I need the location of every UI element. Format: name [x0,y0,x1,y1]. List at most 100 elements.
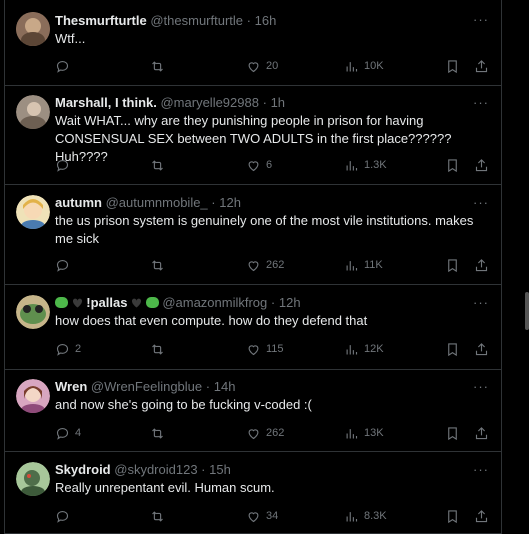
reply-button[interactable] [55,59,150,74]
retweet-button[interactable] [150,509,246,524]
more-options-icon[interactable]: ··· [473,379,489,394]
retweet-button[interactable] [150,59,246,74]
like-button[interactable]: 6 [246,158,344,173]
tweet[interactable]: !pallas @amazonmilkfrog · 12h ··· how do… [5,285,501,370]
views-button[interactable]: 8.3K [344,509,444,524]
bookmark-icon[interactable] [445,158,460,173]
avatar[interactable] [16,12,50,46]
view-count: 8.3K [364,510,387,522]
views-icon [346,260,358,270]
views-button[interactable]: 1.3K [344,158,444,173]
avatar[interactable] [16,295,50,329]
tweet-header: Skydroid @skydroid123 · 15h [55,452,501,478]
retweet-icon [152,259,163,271]
more-options-icon[interactable]: ··· [473,295,489,310]
tweet[interactable]: Skydroid @skydroid123 · 15h ··· Really u… [5,452,501,534]
view-count: 13K [364,427,384,439]
display-name[interactable]: Thesmurfturtle [55,13,147,28]
timestamp[interactable]: 16h [255,13,277,28]
action-bar: 262 11K [55,256,489,274]
tweet-header: Marshall, I think. @maryelle92988 · 1h [55,86,501,111]
more-options-icon[interactable]: ··· [473,462,489,477]
display-name[interactable]: Wren [55,379,87,394]
frog-emoji-icon [55,297,68,308]
like-button[interactable]: 34 [246,509,344,524]
retweet-button[interactable] [150,158,246,173]
retweet-icon [152,343,163,355]
share-icon[interactable] [474,509,489,524]
separator: · [246,13,251,28]
tweet[interactable]: Marshall, I think. @maryelle92988 · 1h ·… [5,86,501,185]
retweet-button[interactable] [150,342,246,357]
views-button[interactable]: 13K [344,426,444,441]
avatar[interactable] [16,462,50,496]
avatar[interactable] [16,195,50,229]
tweet[interactable]: autumn @autumnmobile_ · 12h ··· the us p… [5,185,501,285]
like-button[interactable]: 20 [246,59,344,74]
bookmark-icon[interactable] [445,426,460,441]
handle[interactable]: @thesmurfturtle [150,13,243,28]
display-name[interactable]: Marshall, I think. [55,95,157,110]
display-name[interactable]: !pallas [86,295,127,310]
share-icon[interactable] [474,258,489,273]
action-bar: 4 262 13K [55,424,489,442]
handle[interactable]: @autumnmobile_ [106,195,208,210]
timestamp[interactable]: 1h [271,95,285,110]
reply-button[interactable] [55,509,150,524]
heart-icon [248,344,259,355]
like-button[interactable]: 262 [246,258,344,273]
handle[interactable]: @skydroid123 [114,462,197,477]
retweet-button[interactable] [150,426,246,441]
views-button[interactable]: 11K [344,258,444,273]
reply-button[interactable] [55,258,150,273]
black-heart-emoji-icon [72,298,82,308]
like-count: 34 [266,510,279,522]
reply-count: 4 [75,427,82,439]
reply-icon [56,259,69,272]
bookmark-icon[interactable] [445,342,460,357]
bookmark-icon[interactable] [445,258,460,273]
action-bar: 34 8.3K [55,507,489,525]
handle[interactable]: @WrenFeelingblue [91,379,202,394]
action-bar: 20 10K [55,57,489,75]
share-icon[interactable] [474,59,489,74]
view-count: 11K [364,259,383,271]
tweet[interactable]: Thesmurfturtle @thesmurfturtle · 16h ···… [5,0,501,86]
tweet[interactable]: Wren @WrenFeelingblue · 14h ··· and now … [5,370,501,452]
timestamp[interactable]: 12h [279,295,301,310]
avatar[interactable] [16,95,50,129]
separator: · [205,379,211,394]
views-button[interactable]: 10K [344,59,444,74]
retweet-button[interactable] [150,258,246,273]
avatar[interactable] [16,379,50,413]
share-icon[interactable] [474,342,489,357]
like-count: 262 [266,427,285,439]
view-count: 10K [364,60,384,72]
heart-icon [248,160,259,171]
reply-button[interactable] [55,158,150,173]
views-button[interactable]: 12K [344,342,444,357]
bookmark-icon[interactable] [445,509,460,524]
like-button[interactable]: 115 [246,342,344,357]
timestamp[interactable]: 12h [219,195,241,210]
share-icon[interactable] [474,426,489,441]
bookmark-icon[interactable] [445,59,460,74]
tweet-text: the us prison system is genuinely one of… [55,213,474,246]
handle[interactable]: @maryelle92988 [160,95,258,110]
views-icon [346,428,358,438]
more-options-icon[interactable]: ··· [473,12,489,27]
more-options-icon[interactable]: ··· [473,95,489,110]
share-icon[interactable] [474,158,489,173]
like-count: 262 [266,259,285,271]
reply-button[interactable]: 2 [55,342,150,357]
timestamp[interactable]: 14h [214,379,236,394]
more-options-icon[interactable]: ··· [473,195,489,210]
retweet-icon [152,60,163,72]
display-name[interactable]: Skydroid [55,462,111,477]
reply-button[interactable]: 4 [55,426,150,441]
like-button[interactable]: 262 [246,426,344,441]
timestamp[interactable]: 15h [209,462,231,477]
scrollbar[interactable] [525,292,529,330]
handle[interactable]: @amazonmilkfrog [162,295,267,310]
display-name[interactable]: autumn [55,195,102,210]
